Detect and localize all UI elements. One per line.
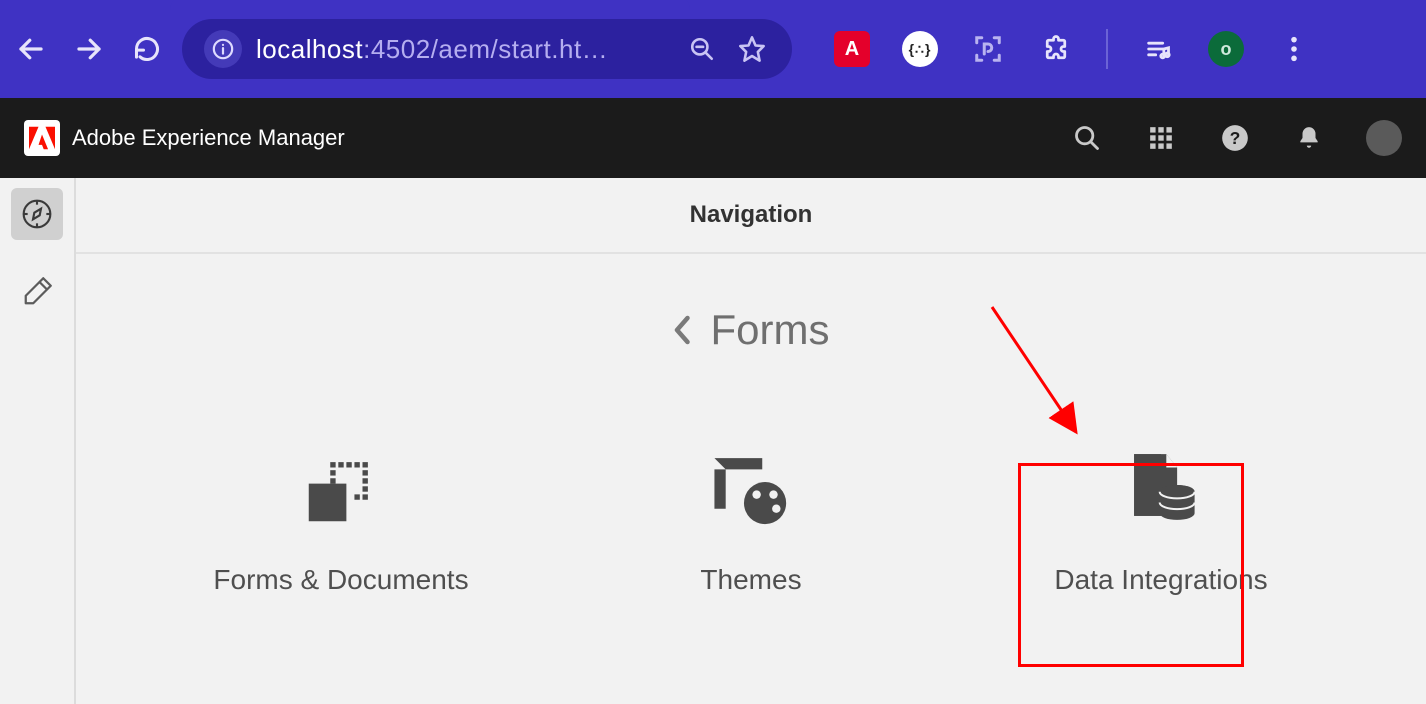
url-text: localhost:4502/aem/start.ht…	[256, 34, 670, 65]
browser-menu-icon[interactable]	[1276, 31, 1312, 67]
notifications-bell-icon[interactable]	[1292, 121, 1326, 155]
toolbar-divider	[1106, 29, 1108, 69]
themes-icon	[706, 444, 796, 534]
site-info-icon[interactable]	[204, 30, 242, 68]
adobe-logo-icon[interactable]	[24, 120, 60, 156]
card-label: Forms & Documents	[213, 564, 468, 596]
svg-text:?: ?	[1230, 128, 1241, 148]
navigation-title: Navigation	[76, 178, 1426, 254]
card-forms-documents[interactable]: Forms & Documents	[161, 444, 521, 596]
header-actions: ?	[1070, 120, 1402, 156]
annotation-highlight	[1018, 463, 1244, 667]
extensions-puzzle-icon[interactable]	[1038, 31, 1074, 67]
extension-bracket-icon[interactable]	[970, 31, 1006, 67]
breadcrumb: Forms	[76, 306, 1426, 354]
breadcrumb-title[interactable]: Forms	[711, 306, 830, 354]
url-path: :4502/aem/start.ht…	[363, 34, 608, 64]
rail-navigation-icon[interactable]	[11, 188, 63, 240]
url-host: localhost	[256, 34, 363, 64]
help-icon[interactable]: ?	[1218, 121, 1252, 155]
profile-avatar[interactable]: o	[1208, 31, 1244, 67]
extension-json-icon[interactable]: {∴}	[902, 31, 938, 67]
forward-button[interactable]	[66, 26, 112, 72]
tab-indicator	[170, 0, 690, 10]
address-bar[interactable]: localhost:4502/aem/start.ht…	[182, 19, 792, 79]
rail-tools-icon[interactable]	[11, 266, 63, 318]
extension-adobe-icon[interactable]: A	[834, 31, 870, 67]
apps-grid-icon[interactable]	[1144, 121, 1178, 155]
browser-extensions: A {∴} o	[834, 29, 1312, 69]
user-avatar-icon[interactable]	[1366, 120, 1402, 156]
card-label: Themes	[700, 564, 801, 596]
forms-documents-icon	[296, 444, 386, 534]
zoom-icon[interactable]	[684, 31, 720, 67]
reload-button[interactable]	[124, 26, 170, 72]
browser-toolbar: localhost:4502/aem/start.ht… A {∴} o	[0, 0, 1426, 98]
back-button[interactable]	[8, 26, 54, 72]
breadcrumb-back-icon[interactable]	[673, 315, 693, 345]
left-rail	[0, 178, 76, 704]
aem-header: Adobe Experience Manager ?	[0, 98, 1426, 178]
search-icon[interactable]	[1070, 121, 1104, 155]
media-control-icon[interactable]	[1140, 31, 1176, 67]
aem-body: Navigation Forms Forms & Documents Theme…	[0, 178, 1426, 704]
product-title[interactable]: Adobe Experience Manager	[72, 125, 345, 151]
bookmark-star-icon[interactable]	[734, 31, 770, 67]
card-themes[interactable]: Themes	[571, 444, 931, 596]
